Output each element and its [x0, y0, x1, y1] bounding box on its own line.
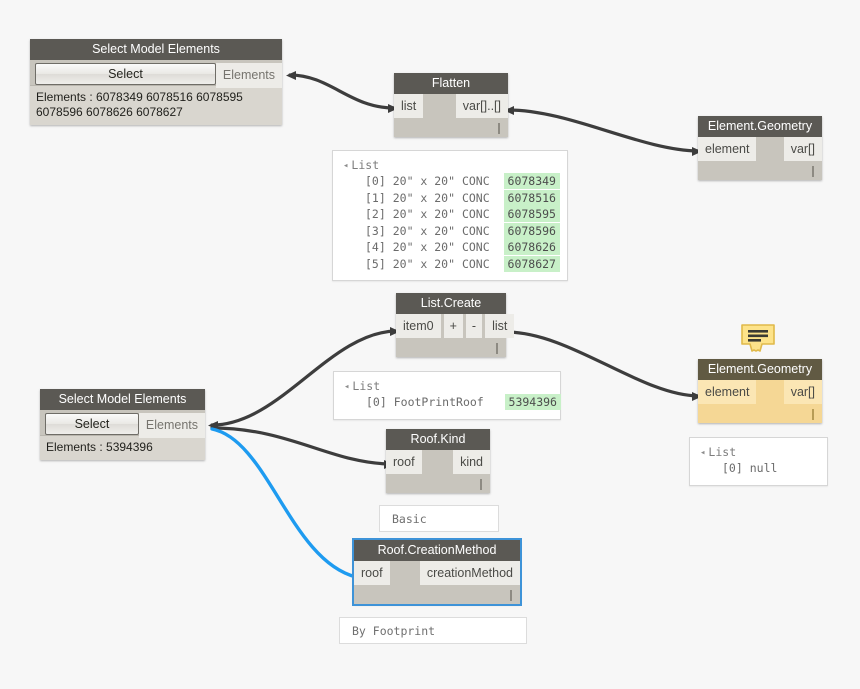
preview-roof-kind: Basic — [379, 505, 499, 532]
input-port-roof[interactable]: roof — [354, 561, 390, 585]
warning-icon-svg — [741, 324, 775, 352]
collapse-triangle-icon[interactable]: ◂ — [343, 161, 348, 171]
node-ports-row: roof kind — [386, 450, 490, 474]
preview-roof-creation-method: By Footprint — [339, 617, 527, 644]
node-title: Element.Geometry — [698, 359, 822, 380]
wire-sme2-to-roofcreationmethod-selected — [210, 427, 358, 579]
list-item: [0] FootPrintRoof 5394396 — [344, 394, 561, 411]
output-port-kind[interactable]: kind — [453, 450, 490, 474]
output-port-elements[interactable]: Elements — [138, 413, 205, 438]
lacing-indicator[interactable] — [496, 343, 498, 354]
input-port-item0[interactable]: item0 — [396, 314, 441, 338]
node-roof-kind[interactable]: Roof.Kind roof kind — [386, 429, 490, 493]
remove-input-button[interactable]: - — [465, 314, 483, 338]
lacing-indicator[interactable] — [510, 590, 512, 601]
wire-sme1-to-flatten — [288, 73, 396, 110]
node-info-text: Elements : 5394396 — [40, 435, 205, 460]
output-port-var[interactable]: var[] — [783, 380, 822, 404]
add-input-button[interactable]: + — [443, 314, 463, 338]
node-ports-row: Select Elements — [30, 60, 282, 88]
node-body — [394, 118, 508, 137]
preview-list-header: ◂ List — [343, 158, 380, 172]
select-button[interactable]: Select — [45, 413, 139, 435]
node-body — [354, 585, 520, 604]
output-port-elements[interactable]: Elements — [215, 63, 282, 88]
node-info-text: Elements : 6078349 6078516 6078595 60785… — [30, 85, 282, 125]
preview-flatten: ◂ List [0] 20" x 20" CONC 6078349 [1] 20"… — [332, 150, 568, 281]
lacing-indicator[interactable] — [812, 166, 814, 177]
output-port-var[interactable]: var[] — [783, 137, 822, 161]
wire-arrow — [286, 71, 296, 80]
node-select-model-elements-2[interactable]: Select Model Elements Select Elements El… — [40, 389, 205, 460]
wire-arrow — [208, 421, 218, 430]
preview-value: By Footprint — [352, 624, 436, 638]
lacing-indicator[interactable] — [480, 479, 482, 490]
collapse-triangle-icon[interactable]: ◂ — [344, 382, 349, 392]
node-element-geometry-2[interactable]: Element.Geometry element var[] — [698, 359, 822, 423]
node-select-model-elements-1[interactable]: Select Model Elements Select Elements El… — [30, 39, 282, 125]
list-item: [0] 20" x 20" CONC 6078349 — [343, 173, 560, 190]
node-ports-row: Select Elements — [40, 410, 205, 438]
list-item: [3] 20" x 20" CONC 6078596 — [343, 222, 560, 240]
node-ports-row: roof creationMethod — [354, 561, 520, 585]
node-title: Select Model Elements — [30, 39, 282, 60]
node-title: Element.Geometry — [698, 116, 822, 137]
list-item: [5] 20" x 20" CONC 6078627 — [343, 255, 560, 273]
ports-spacer — [423, 94, 456, 118]
node-list-create[interactable]: List.Create item0 + - list — [396, 293, 515, 357]
node-body — [698, 404, 822, 423]
preview-value: Basic — [392, 512, 427, 526]
list-item: [1] 20" x 20" CONC 6078516 — [343, 189, 560, 207]
wire-flatten-to-elemgeo1 — [506, 108, 700, 153]
ports-spacer — [390, 561, 420, 585]
ports-spacer — [756, 380, 783, 404]
node-body — [396, 338, 506, 357]
node-ports-row: element var[] — [698, 137, 822, 161]
collapse-triangle-icon[interactable]: ◂ — [700, 448, 705, 458]
node-flatten[interactable]: Flatten list var[]..[] — [394, 73, 508, 137]
node-element-geometry-1[interactable]: Element.Geometry element var[] — [698, 116, 822, 180]
output-port-var[interactable]: var[]..[] — [455, 94, 508, 118]
node-body — [698, 161, 822, 180]
output-port-creationmethod[interactable]: creationMethod — [419, 561, 520, 585]
list-item: [2] 20" x 20" CONC 6078595 — [343, 206, 560, 223]
input-port-list[interactable]: list — [394, 94, 424, 118]
node-title: List.Create — [396, 293, 506, 314]
preview-list-header: ◂ List — [700, 445, 737, 459]
input-port-element[interactable]: element — [698, 137, 757, 161]
ports-spacer — [422, 450, 454, 474]
input-port-element[interactable]: element — [698, 380, 757, 404]
list-item: [0] null — [722, 461, 778, 475]
warning-bubble-icon[interactable] — [740, 324, 776, 356]
node-body — [386, 474, 490, 493]
lacing-indicator[interactable] — [812, 409, 814, 420]
input-port-roof[interactable]: roof — [386, 450, 422, 474]
node-roof-creation-method[interactable]: Roof.CreationMethod roof creationMethod — [352, 538, 522, 606]
list-item: [4] 20" x 20" CONC 6078626 — [343, 239, 560, 256]
node-title: Select Model Elements — [40, 389, 205, 410]
preview-list-header: ◂ List — [344, 379, 381, 393]
wire-sme2-to-roofkind — [210, 426, 392, 466]
node-ports-row: list var[]..[] — [394, 94, 508, 118]
node-ports-row: item0 + - list — [396, 314, 515, 338]
node-title: Flatten — [394, 73, 508, 94]
output-port-list[interactable]: list — [485, 314, 515, 338]
dynamo-graph-canvas[interactable]: Select Model Elements Select Elements El… — [0, 0, 860, 689]
preview-element-geometry-2: ◂ List [0] null — [689, 437, 828, 486]
preview-list-create: ◂ List [0] FootPrintRoof 5394396 — [333, 371, 561, 420]
select-button[interactable]: Select — [35, 63, 216, 85]
node-title: Roof.CreationMethod — [354, 540, 520, 561]
node-ports-row: element var[] — [698, 380, 822, 404]
node-title: Roof.Kind — [386, 429, 490, 450]
lacing-indicator[interactable] — [498, 123, 500, 134]
ports-spacer — [756, 137, 783, 161]
